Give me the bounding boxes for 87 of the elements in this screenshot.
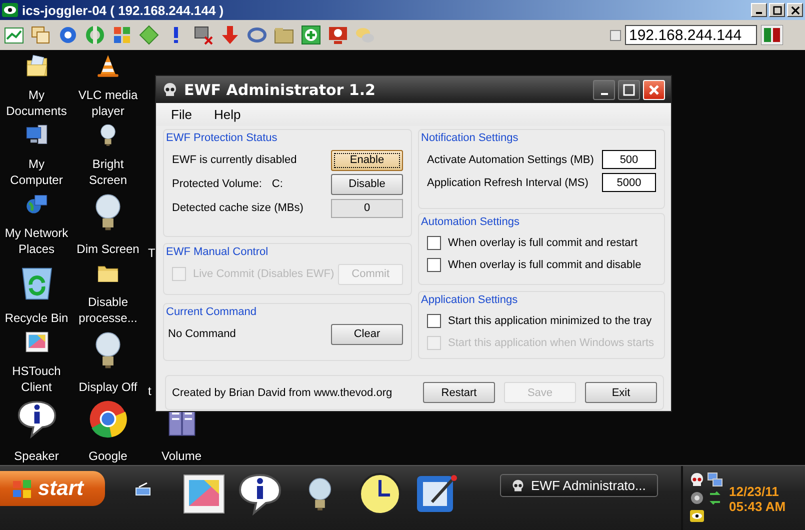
checkbox[interactable] [427,258,441,272]
number-field[interactable]: 5000 [602,173,656,192]
desktop-icon-label[interactable]: VLC media player [72,87,144,119]
group-title: Application Settings [421,294,518,306]
desktop-icon-label[interactable]: My Network Places [0,225,72,257]
desktop-icon-label[interactable]: Display Off [72,379,144,395]
checkbox[interactable] [427,314,441,328]
down-arrow-icon[interactable] [220,25,240,45]
checkbox[interactable] [427,236,441,250]
desktop-icon-label[interactable]: t [143,383,152,399]
close-button[interactable] [643,80,665,100]
chart-icon[interactable] [4,25,24,45]
desktop-icon-label[interactable]: Speaker [0,448,72,464]
ring-icon[interactable] [247,25,267,45]
group-title: Current Command [166,306,256,318]
connection-icon[interactable] [761,25,783,45]
group-title: Notification Settings [421,132,518,144]
field-label: Application Refresh Interval (MS) [427,176,588,188]
desktop-icon-label[interactable]: Bright Screen [72,156,144,188]
group-title: Automation Settings [421,216,520,228]
volume-label: Protected Volume: [172,178,262,190]
clock-icon[interactable] [358,472,402,516]
menu-item[interactable]: File [171,107,192,122]
close-icon [790,6,800,14]
desktop-icon-label[interactable]: Recycle Bin [0,310,72,326]
monitor-icon[interactable] [328,25,348,45]
diamond-icon[interactable] [139,25,159,45]
address-field[interactable]: 192.168.244.144 [625,25,757,45]
minimize-icon [756,12,762,14]
menu-item[interactable]: Help [214,107,241,122]
picture-frame-icon[interactable] [182,472,226,516]
windows-icon[interactable] [31,25,51,45]
maximize-button[interactable] [618,80,640,100]
group-title: EWF Protection Status [166,132,278,144]
desktop-icon-label[interactable]: Disable processe... [72,294,144,326]
network-icon[interactable] [707,472,723,488]
checkbox-label: Start this application minimized to the tray [448,315,652,327]
skull-icon [162,82,178,98]
gear-icon[interactable] [58,25,78,45]
desktop-icon-label[interactable]: My Documents [0,87,72,119]
cache-size-field: 0 [331,198,403,218]
maximize-icon [623,84,635,96]
field-label: Activate Automation Settings (MB) [427,154,594,166]
monitor-x-icon[interactable] [193,25,213,45]
desktop-icon-label[interactable]: T [143,245,156,261]
footer-button[interactable]: Exit [585,382,657,403]
status-text: EWF is currently disabled [172,154,297,166]
maximize-icon [772,6,782,14]
start-button[interactable]: start [0,471,105,506]
checkbox[interactable] [610,30,621,40]
plus-icon[interactable] [301,25,321,45]
desktop-icon-label[interactable]: Volume [146,448,218,464]
close-icon [648,84,660,96]
disable-button[interactable]: Disable [331,174,403,194]
cache-size-label: Detected cache size (MBs) [172,202,304,214]
desktop-icon-label[interactable]: My Computer [0,156,72,188]
clock-time: 05:43 AM [729,499,786,514]
command-text: No Command [168,328,236,340]
footer-button[interactable]: Restart [423,382,495,403]
minimize-icon [600,92,608,94]
minimize-button[interactable] [593,80,615,100]
sync-icon[interactable] [707,490,723,506]
group-title: EWF Manual Control [166,246,268,258]
volume-value: C: [272,178,283,190]
enable-button[interactable]: Enable [331,150,403,170]
keyboard-icon[interactable] [135,482,151,496]
desktop-icon-label[interactable]: HSTouch Client [0,363,72,395]
eye-icon[interactable] [689,508,705,524]
taskbar-button[interactable]: EWF Administrato... [500,474,658,497]
number-field[interactable]: 500 [602,150,656,169]
eye-icon [2,3,18,17]
skull-icon[interactable] [689,472,705,488]
desktop-icon-label[interactable]: Dim Screen [72,241,144,257]
speaker-icon[interactable] [689,490,705,506]
windows-flag-icon [12,478,32,498]
clear-button[interactable]: Clear [331,324,403,344]
skull-icon [511,478,525,492]
dialog-title: EWF Administrator 1.2 [184,80,376,98]
info-bubble-icon[interactable] [238,472,282,516]
window-title: ics-joggler-04 ( 192.168.244.144 ) [22,2,224,18]
checkbox-label: When overlay is full commit and restart [448,237,638,249]
close-button[interactable] [787,3,803,17]
clock-date: 12/23/11 [729,484,780,499]
flag-icon[interactable] [112,25,132,45]
checkbox-label: When overlay is full commit and disable [448,259,642,271]
credit-text: Created by Brian David from www.thevod.org [172,386,392,398]
desktop-icon-label[interactable]: Google [72,448,144,464]
